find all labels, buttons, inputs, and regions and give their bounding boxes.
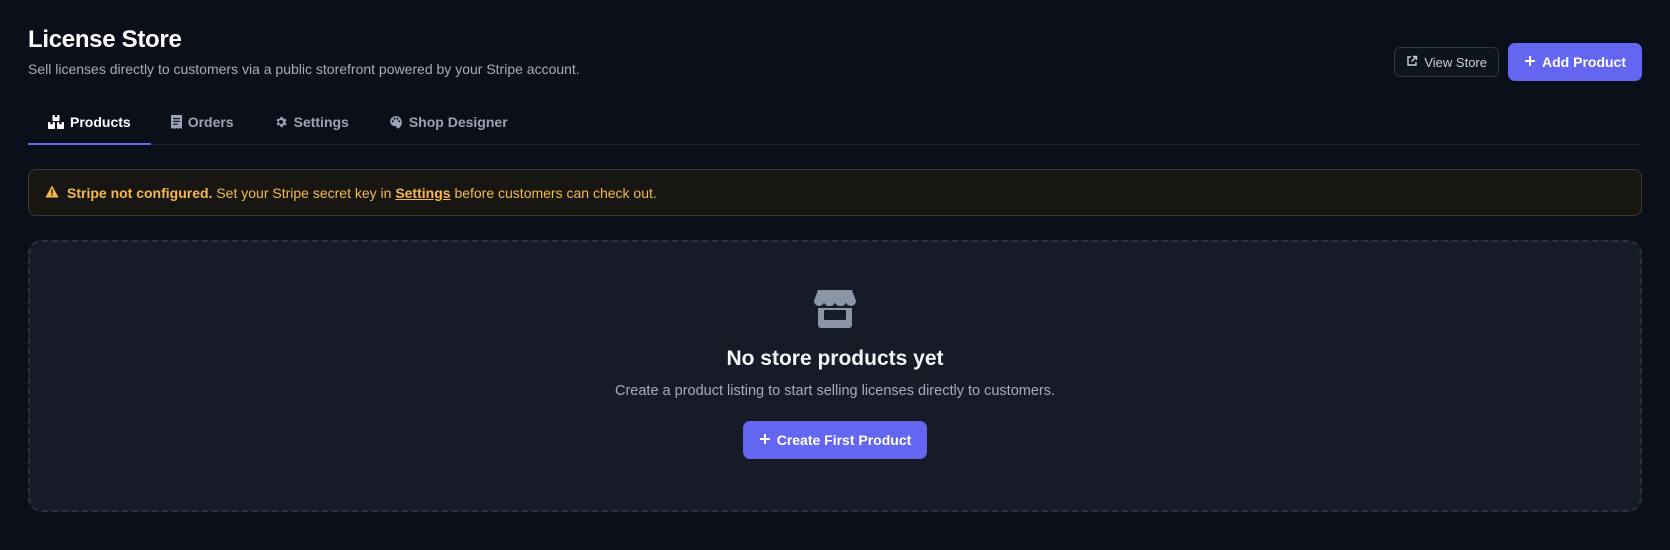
view-store-button[interactable]: View Store: [1394, 47, 1499, 77]
boxes-icon: [48, 115, 64, 129]
alert-text-before: Set your Stripe secret key in: [216, 184, 392, 201]
empty-state-description: Create a product listing to start sellin…: [614, 383, 1056, 399]
warning-icon: [45, 185, 59, 201]
tab-products[interactable]: Products: [28, 100, 151, 145]
tab-orders[interactable]: Orders: [151, 100, 254, 144]
add-product-label: Add Product: [1542, 54, 1626, 70]
tab-orders-label: Orders: [187, 114, 234, 130]
alert-title: Stripe not configured.: [67, 184, 213, 201]
create-first-product-label: Create First Product: [776, 432, 912, 448]
plus-icon: [759, 432, 771, 448]
alert-text-after: before customers can check out.: [454, 184, 657, 201]
create-first-product-button[interactable]: Create First Product: [742, 421, 928, 459]
empty-state-panel: No store products yet Create a product l…: [28, 240, 1642, 512]
page-header: License Store Sell licenses directly to …: [28, 0, 1642, 100]
tab-settings-label: Settings: [293, 114, 349, 130]
stripe-warning-alert: Stripe not configured. Set your Stripe s…: [28, 169, 1642, 216]
store-icon: [814, 288, 856, 333]
tab-bar: Products Orders Settings Shop Designer: [28, 100, 1642, 145]
receipt-icon: [170, 115, 182, 129]
tab-shop-designer-label: Shop Designer: [408, 114, 508, 130]
empty-state-title: No store products yet: [726, 347, 944, 370]
alert-message: Stripe not configured. Set your Stripe s…: [67, 185, 657, 201]
palette-icon: [389, 115, 403, 129]
header-actions: View Store Add Product: [1394, 43, 1642, 81]
view-store-label: View Store: [1424, 54, 1487, 70]
page-subtitle: Sell licenses directly to customers via …: [28, 61, 580, 77]
add-product-button[interactable]: Add Product: [1508, 43, 1642, 81]
license-store-page: License Store Sell licenses directly to …: [0, 0, 1670, 550]
tab-products-label: Products: [70, 114, 131, 130]
page-title: License Store: [28, 26, 182, 53]
tab-shop-designer[interactable]: Shop Designer: [369, 100, 528, 144]
settings-link[interactable]: Settings: [395, 185, 450, 201]
plus-icon: [1524, 54, 1536, 70]
external-link-icon: [1406, 55, 1418, 70]
tab-settings[interactable]: Settings: [254, 100, 369, 144]
gear-icon: [274, 115, 288, 129]
